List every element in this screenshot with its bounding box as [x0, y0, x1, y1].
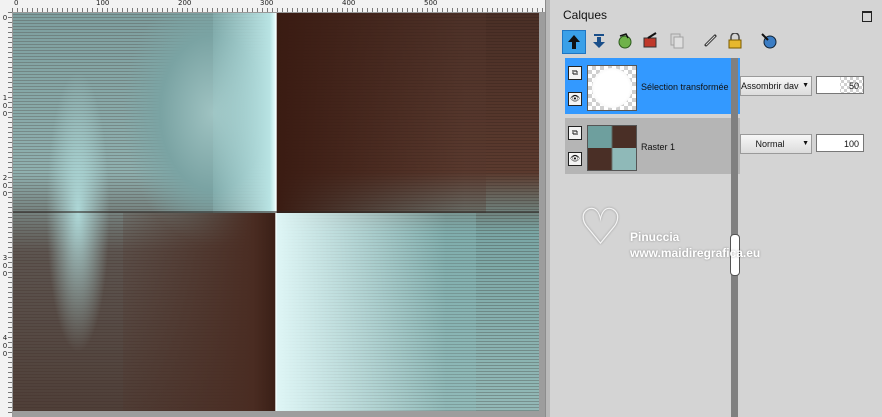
visibility-eye-icon[interactable]: 👁 — [568, 152, 582, 166]
heart-logo-icon: ♡ — [578, 198, 623, 256]
horizontal-ruler: 0 100 200 300 400 500 — [12, 0, 545, 13]
maximize-icon[interactable] — [862, 11, 872, 22]
ruler-label: 400 — [2, 334, 8, 358]
blend-mode-value: Normal — [755, 139, 785, 149]
layer-group-icon[interactable]: ⧉ — [568, 66, 582, 80]
blend-mode-value: Assombrir davantage — [741, 81, 799, 91]
lock-layer-icon[interactable] — [724, 30, 746, 52]
chevron-down-icon: ▼ — [802, 140, 809, 147]
opacity-slider[interactable]: 100 — [816, 134, 864, 152]
ruler-label: 0 — [14, 0, 19, 7]
opacity-value: 100 — [843, 139, 859, 149]
layer-name: Sélection transformée — [641, 82, 729, 92]
layers-list: ⧉ 👁 Sélection transformée ⧉ 👁 Raster 1 — [565, 58, 740, 176]
artwork-highlight — [276, 213, 476, 411]
layer-name: Raster 1 — [641, 142, 676, 152]
ruler-label: 200 — [178, 0, 192, 7]
thumbnail-selection-shape — [592, 68, 632, 108]
layer-thumbnail — [587, 65, 637, 111]
layer-properties-icon[interactable] — [758, 30, 780, 52]
artwork-highlight — [213, 13, 276, 213]
layer-row-selection[interactable]: ⧉ 👁 Sélection transformée — [565, 58, 740, 114]
delete-layer-icon[interactable] — [640, 30, 662, 52]
layers-panel: Calques ⧉ 👁 Sélection transformée ⧉ 👁 Ra… — [550, 0, 882, 417]
ruler-label: 0 — [2, 14, 8, 22]
new-layer-icon[interactable] — [614, 30, 636, 52]
ruler-label: 300 — [2, 254, 8, 278]
layer-group-icon[interactable]: ⧉ — [568, 126, 582, 140]
blend-mode-select[interactable]: Normal ▼ — [740, 134, 812, 154]
blend-mode-select[interactable]: Assombrir davantage ▼ — [740, 76, 812, 96]
watermark-url: www.maidiregrafica.eu — [630, 246, 761, 260]
opacity-fill — [817, 77, 840, 93]
ruler-label: 400 — [342, 0, 356, 7]
canvas-area[interactable]: 0 100 200 300 400 500 0 100 200 300 400 — [0, 0, 545, 417]
artwork-horizon-line — [13, 211, 539, 213]
link-layer-icon[interactable] — [700, 30, 722, 52]
move-layer-down-icon[interactable] — [588, 30, 610, 52]
ruler-label: 200 — [2, 174, 8, 198]
ruler-label: 300 — [260, 0, 274, 7]
watermark: ♡ Pinuccia www.maidiregrafica.eu — [578, 202, 808, 272]
panel-title: Calques — [563, 8, 608, 22]
layer-thumbnail — [587, 125, 637, 171]
vertical-ruler: 0 100 200 300 400 — [0, 12, 13, 417]
visibility-eye-icon[interactable]: 👁 — [568, 92, 582, 106]
thumbnail-artwork — [588, 126, 636, 170]
ruler-label: 100 — [96, 0, 110, 7]
artwork-shadow — [276, 13, 486, 213]
opacity-slider[interactable]: 50 — [816, 76, 864, 94]
chevron-down-icon: ▼ — [802, 82, 809, 89]
ruler-label: 500 — [424, 0, 438, 7]
opacity-value: 50 — [848, 81, 859, 91]
ruler-label: 100 — [2, 94, 8, 118]
watermark-name: Pinuccia — [630, 230, 680, 244]
move-layer-up-icon[interactable] — [562, 30, 586, 54]
image-canvas[interactable] — [13, 13, 539, 411]
duplicate-layer-icon[interactable] — [666, 30, 688, 52]
layer-row-raster[interactable]: ⧉ 👁 Raster 1 — [565, 118, 740, 174]
artwork-shadow — [123, 213, 276, 411]
panel-header: Calques — [550, 0, 882, 24]
